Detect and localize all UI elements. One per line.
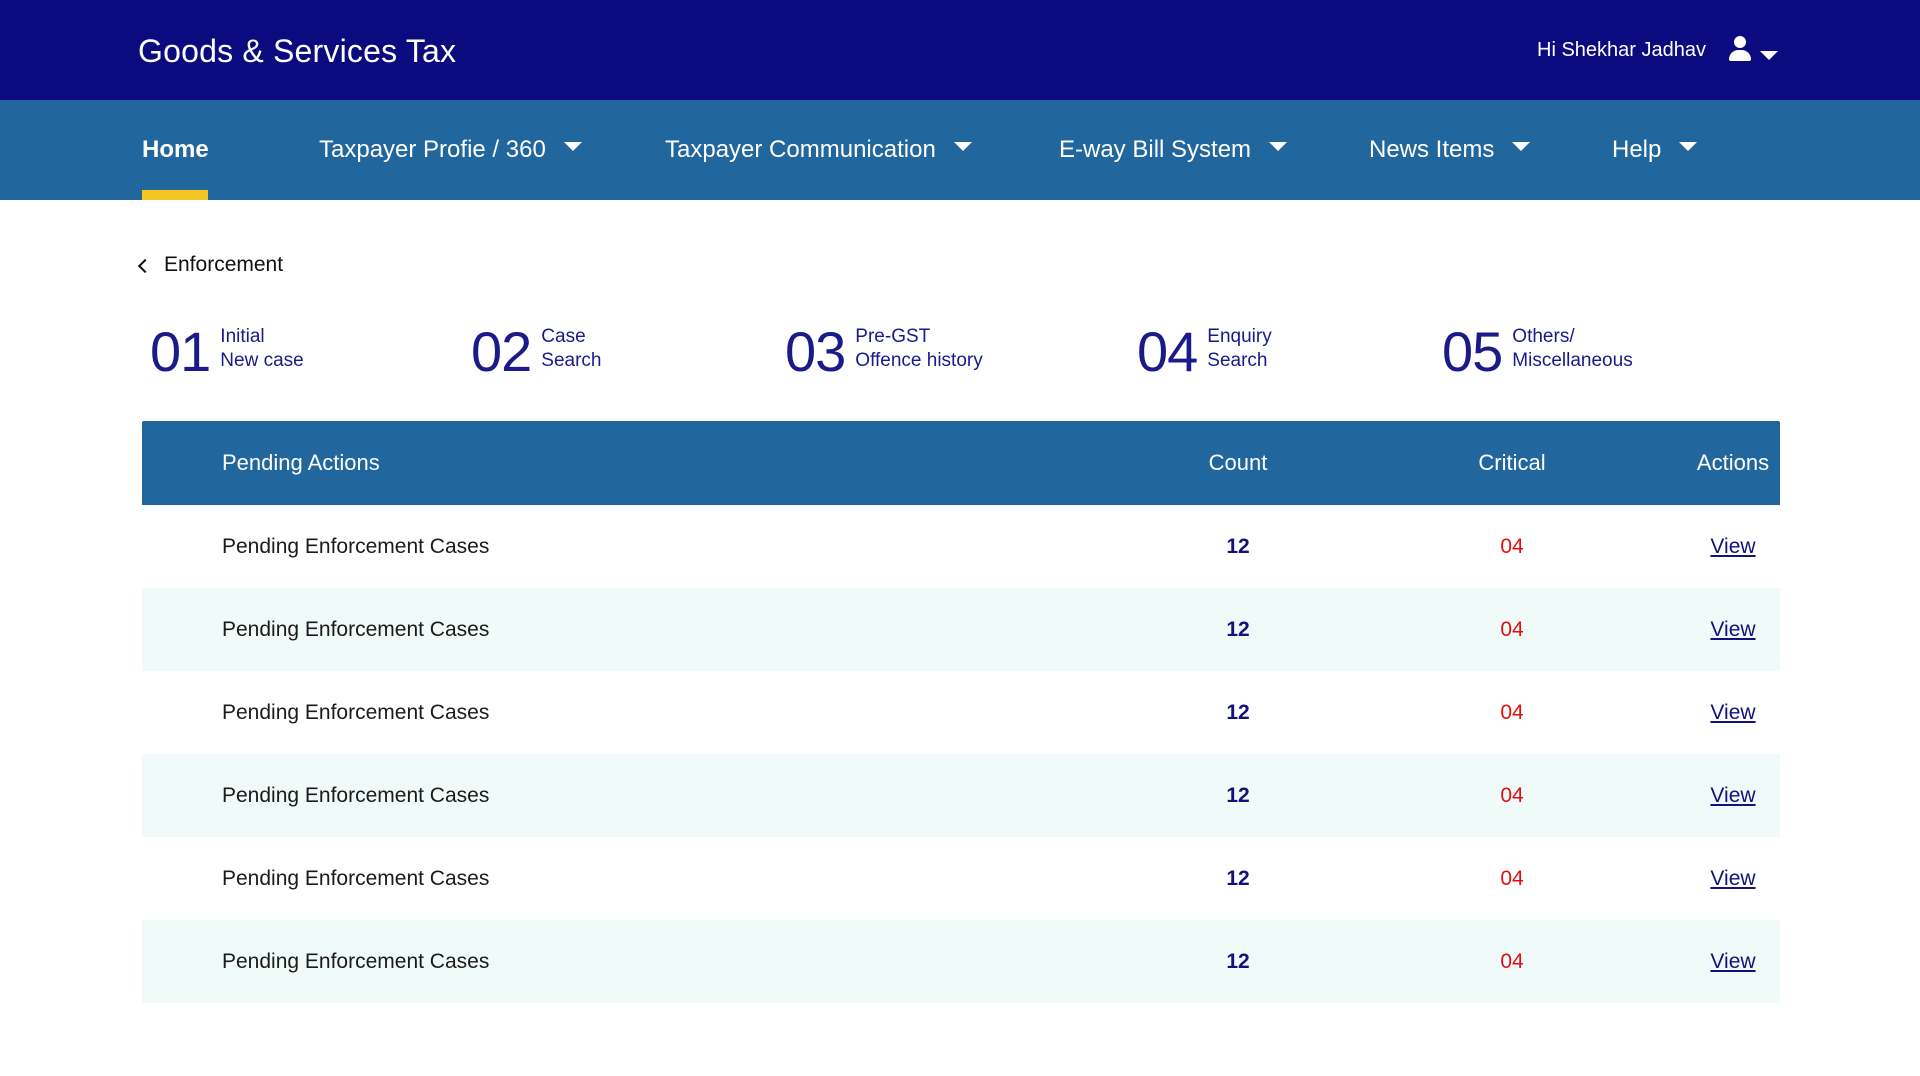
table-row: Pending Enforcement Cases 12 04 View [142, 505, 1780, 588]
view-link[interactable]: View [1710, 701, 1755, 725]
brand-title: Goods & Services Tax [138, 33, 457, 69]
table-row: Pending Enforcement Cases 12 04 View [142, 588, 1780, 671]
nav-eway-bill-label: E-way Bill System [1059, 136, 1252, 163]
nav-taxpayer-communication[interactable]: Taxpayer Communication [665, 100, 972, 200]
view-link[interactable]: View [1710, 535, 1755, 559]
nav-news-items-label: News Items [1369, 136, 1495, 163]
step-label-line1: Pre-GST [855, 326, 931, 347]
step-number: 04 [1137, 320, 1198, 383]
step-number: 05 [1442, 320, 1503, 383]
step-label: Pre-GST Offence history [855, 325, 982, 373]
step-enquiry-search[interactable]: 04 Enquiry Search [1137, 324, 1272, 380]
nav-home[interactable]: Home [142, 100, 209, 200]
nav-home-label: Home [142, 136, 209, 163]
nav-help-label: Help [1612, 136, 1662, 163]
step-label-line1: Case [541, 326, 586, 347]
row-action: View [1673, 671, 1793, 754]
step-number: 02 [471, 320, 532, 383]
row-name: Pending Enforcement Cases [222, 783, 490, 807]
top-header: Goods & Services Tax Hi Shekhar Jadhav [0, 0, 1920, 100]
row-action: View [1673, 754, 1793, 837]
header-pending-actions: Pending Actions [222, 450, 380, 475]
nav-help[interactable]: Help [1612, 100, 1698, 200]
row-critical: 04 [1500, 700, 1524, 724]
nav-taxpayer-communication-label: Taxpayer Communication [665, 136, 936, 163]
step-others-miscellaneous[interactable]: 05 Others/ Miscellaneous [1442, 324, 1633, 380]
step-label: Case Search [541, 325, 601, 373]
step-label-line2: New case [220, 350, 304, 371]
table-row: Pending Enforcement Cases 12 04 View [142, 754, 1780, 837]
table-row: Pending Enforcement Cases 12 04 View [142, 671, 1780, 754]
chevron-down-icon [1679, 141, 1698, 151]
header-critical: Critical [1478, 450, 1546, 475]
step-pre-gst-offence-history[interactable]: 03 Pre-GST Offence history [785, 324, 983, 380]
row-name: Pending Enforcement Cases [222, 866, 490, 890]
step-number: 01 [150, 320, 211, 383]
chevron-left-icon [137, 258, 153, 273]
step-label-line1: Enquiry [1207, 326, 1272, 347]
step-label: Enquiry Search [1207, 325, 1271, 373]
step-case-search[interactable]: 02 Case Search [471, 324, 602, 380]
step-label: Initial New case [220, 325, 303, 373]
row-name: Pending Enforcement Cases [222, 949, 490, 973]
header-actions: Actions [1696, 450, 1770, 475]
step-label-line2: Search [1207, 350, 1268, 371]
row-count: 12 [1226, 700, 1250, 724]
row-name: Pending Enforcement Cases [222, 700, 490, 724]
nav-taxpayer-profile-label: Taxpayer Profie / 360 [319, 136, 546, 163]
view-link[interactable]: View [1710, 618, 1755, 642]
row-critical: 04 [1500, 866, 1524, 890]
main-nav: Home Taxpayer Profie / 360 Taxpayer Comm… [0, 100, 1920, 200]
row-action: View [1673, 505, 1793, 588]
chevron-down-icon [1269, 141, 1288, 151]
view-link[interactable]: View [1710, 784, 1755, 808]
view-link[interactable]: View [1710, 867, 1755, 891]
table-row: Pending Enforcement Cases 12 04 View [142, 920, 1780, 1003]
nav-eway-bill[interactable]: E-way Bill System [1059, 100, 1288, 200]
nav-news-items[interactable]: News Items [1369, 100, 1531, 200]
row-count: 12 [1226, 617, 1250, 641]
row-action: View [1673, 920, 1793, 1003]
pending-actions-table: Pending Actions Count Critical Actions P… [142, 421, 1780, 1003]
step-number: 03 [785, 320, 846, 383]
row-count: 12 [1226, 866, 1250, 890]
breadcrumb-back[interactable]: Enforcement [137, 253, 284, 277]
step-label-line1: Others/ [1512, 326, 1575, 347]
chevron-down-icon [563, 141, 582, 151]
row-critical: 04 [1500, 949, 1524, 973]
table-header: Pending Actions Count Critical Actions [142, 421, 1780, 505]
view-link[interactable]: View [1710, 950, 1755, 974]
row-count: 12 [1226, 534, 1250, 558]
row-action: View [1673, 588, 1793, 671]
row-action: View [1673, 837, 1793, 920]
row-critical: 04 [1500, 534, 1524, 558]
step-label-line2: Miscellaneous [1512, 350, 1633, 371]
row-count: 12 [1226, 949, 1250, 973]
breadcrumb-label: Enforcement [164, 253, 284, 276]
chevron-down-icon [953, 141, 972, 151]
user-menu[interactable]: Hi Shekhar Jadhav [1537, 36, 1778, 64]
step-label-line2: Offence history [855, 350, 983, 371]
row-critical: 04 [1500, 783, 1524, 807]
step-initial-new-case[interactable]: 01 Initial New case [150, 324, 304, 380]
header-count: Count [1208, 450, 1268, 475]
user-icon[interactable] [1728, 36, 1752, 64]
nav-taxpayer-profile[interactable]: Taxpayer Profie / 360 [319, 100, 582, 200]
step-label-line1: Initial [220, 326, 265, 347]
row-count: 12 [1226, 783, 1250, 807]
row-name: Pending Enforcement Cases [222, 534, 490, 558]
user-greeting: Hi Shekhar Jadhav [1537, 38, 1706, 61]
step-label-line2: Search [541, 350, 602, 371]
active-nav-indicator [142, 190, 208, 200]
row-name: Pending Enforcement Cases [222, 617, 490, 641]
chevron-down-icon [1512, 141, 1531, 151]
row-critical: 04 [1500, 617, 1524, 641]
step-label: Others/ Miscellaneous [1512, 325, 1632, 373]
table-row: Pending Enforcement Cases 12 04 View [142, 837, 1780, 920]
user-menu-caret-icon[interactable] [1760, 50, 1778, 60]
